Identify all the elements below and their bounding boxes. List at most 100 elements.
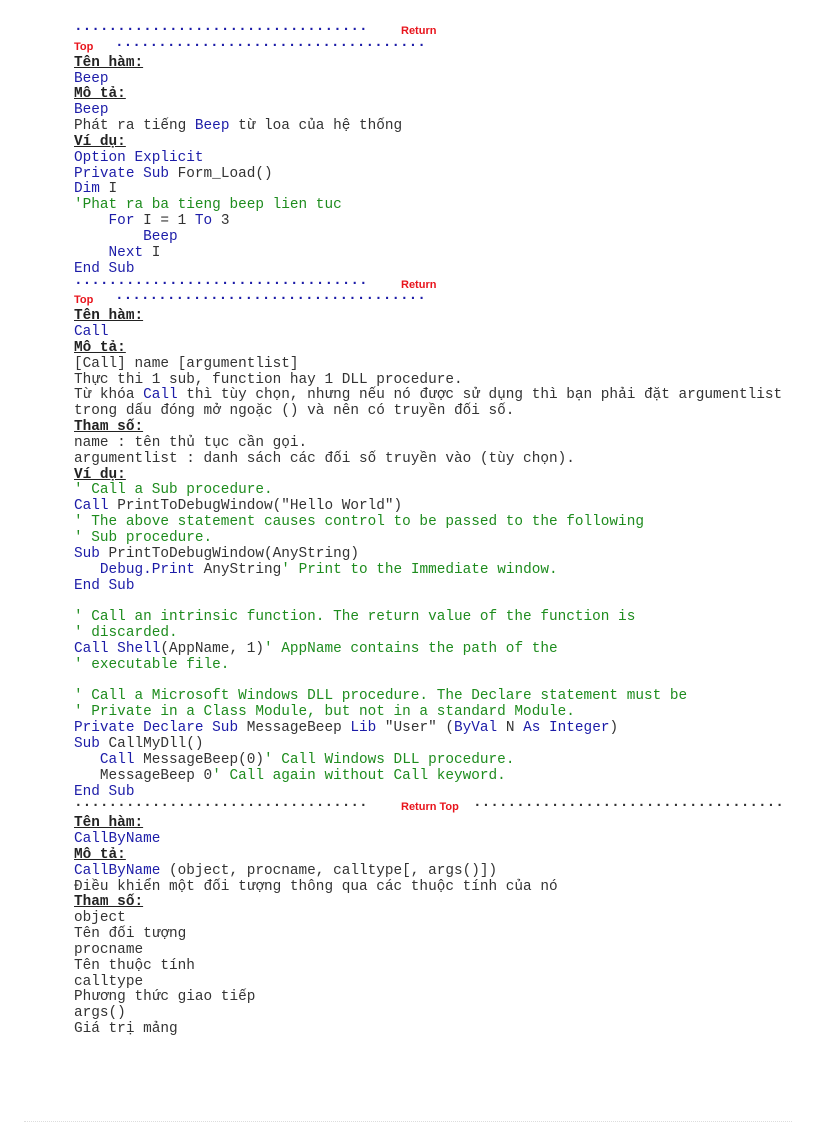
text-line: Sub CallMyDll() bbox=[74, 735, 782, 753]
section-heading: Mô tả: bbox=[74, 339, 126, 356]
text-line: Mô tả: bbox=[74, 86, 782, 103]
code-keyword: End Sub bbox=[74, 577, 135, 594]
code-comment: ' Call a Sub procedure. bbox=[74, 482, 273, 499]
code-keyword: For bbox=[108, 213, 144, 230]
text-line: [Call] name [argumentlist] bbox=[74, 355, 782, 373]
text-line: Beep bbox=[74, 70, 782, 88]
separator-dots: .................................. bbox=[74, 19, 368, 35]
text-segment: 3 bbox=[220, 213, 230, 230]
text-line: Beep bbox=[74, 228, 782, 246]
text-line: CallByName bbox=[74, 831, 782, 848]
code-comment: ' Call again without Call keyword. bbox=[212, 767, 506, 784]
code-keyword: Call bbox=[74, 324, 109, 341]
text-segment: thì tùy chọn, nhưng nếu nó được sử dụng … bbox=[177, 387, 783, 404]
text-segment: N bbox=[505, 720, 524, 737]
code-keyword: Beep bbox=[74, 102, 109, 119]
separator-dots: .................................... bbox=[115, 34, 426, 51]
section-heading: Mô tả: bbox=[74, 846, 126, 863]
text-line: Call PrintToDebugWindow("Hello World") bbox=[74, 498, 782, 515]
text-line: Giá trị mảng bbox=[74, 1021, 782, 1038]
text-line: Next I bbox=[74, 244, 782, 262]
text-line: Mô tả: bbox=[74, 846, 782, 864]
return-top-link[interactable]: Return Top bbox=[401, 800, 459, 816]
text-line: Tham số: bbox=[74, 894, 782, 911]
text-line: Tên thuộc tính bbox=[74, 957, 782, 975]
code-comment: ' The above statement causes control to … bbox=[74, 514, 644, 531]
separator: Top.................................... bbox=[74, 288, 782, 309]
text-segment: Tên đối tượng bbox=[74, 926, 187, 943]
text-line: name : tên thủ tục cần gọi. bbox=[74, 434, 782, 452]
code-keyword: Call bbox=[74, 498, 118, 515]
code-keyword: ByVal bbox=[454, 720, 506, 737]
text-line: Sub PrintToDebugWindow(AnyString) bbox=[74, 545, 782, 563]
code-keyword: Beep bbox=[143, 228, 178, 245]
code-keyword: Debug.Print bbox=[99, 561, 204, 578]
code-keyword: Option Explicit bbox=[74, 149, 204, 166]
text-line: ' executable file. bbox=[74, 657, 782, 674]
code-comment: ' Call Windows DLL procedure. bbox=[264, 751, 515, 768]
code-comment: ' Call an intrinsic function. The return… bbox=[74, 609, 636, 626]
text-segment: AnyString bbox=[203, 561, 282, 578]
text-segment: PrintToDebugWindow("Hello World") bbox=[117, 498, 403, 515]
text-line: Dim I bbox=[74, 182, 782, 198]
text-segment: CallMyDll() bbox=[108, 735, 204, 752]
text-segment: trong dấu đóng mở ngoặc () và nên có tru… bbox=[74, 403, 515, 420]
text-line: Call Shell(AppName, 1)' AppName contains… bbox=[74, 640, 782, 658]
section-heading: Tên hàm: bbox=[74, 308, 144, 325]
text-segment: Tên thuộc tính bbox=[74, 957, 195, 974]
text-segment: procname bbox=[74, 941, 144, 958]
text-segment: (AppName, 1) bbox=[160, 640, 264, 657]
section-heading: Tham số: bbox=[74, 894, 144, 911]
separator-dots: .................................. bbox=[74, 272, 368, 289]
text-line: ' Call a Sub procedure. bbox=[74, 483, 782, 499]
text-line: ' The above statement causes control to … bbox=[74, 514, 782, 531]
text-segment: [Call] name [argumentlist] bbox=[74, 355, 299, 372]
code-keyword: Call bbox=[99, 751, 144, 768]
text-line: Option Explicit bbox=[74, 149, 782, 167]
text-line: Call MessageBeep(0)' Call Windows DLL pr… bbox=[74, 751, 782, 769]
code-keyword: CallByName bbox=[74, 831, 161, 848]
text-line: Từ khóa Call thì tùy chọn, nhưng nếu nó … bbox=[74, 387, 783, 404]
code-keyword: Next bbox=[108, 244, 152, 261]
text-line: Phát ra tiếng Beep từ loa của hệ thống bbox=[74, 118, 782, 135]
page-bottom-rule bbox=[24, 1121, 792, 1122]
code-keyword: Beep bbox=[74, 70, 109, 87]
code-comment: ' Sub procedure. bbox=[74, 530, 213, 546]
text-line: Call bbox=[74, 324, 782, 341]
text-line: MessageBeep 0' Call again without Call k… bbox=[74, 767, 782, 785]
text-line: ' Call a Microsoft Windows DLL procedure… bbox=[74, 689, 782, 705]
text-line: Ví dụ: bbox=[74, 467, 782, 484]
text-segment: ) bbox=[609, 720, 619, 737]
code-keyword: Sub bbox=[74, 545, 109, 562]
text-segment: MessageBeep 0 bbox=[99, 767, 213, 784]
section-heading: Mô tả: bbox=[74, 86, 126, 103]
text-line: ' discarded. bbox=[74, 625, 782, 642]
text-segment: Thực thi 1 sub, function hay 1 DLL proce… bbox=[74, 371, 463, 388]
text-segment: Từ khóa bbox=[74, 387, 144, 404]
code-keyword: To bbox=[194, 213, 221, 230]
code-comment: ' Private in a Class Module, but not in … bbox=[74, 704, 575, 721]
text-segment: object bbox=[74, 910, 126, 927]
text-line: Tên đối tượng bbox=[74, 926, 782, 943]
text-line: Private Declare Sub MessageBeep Lib "Use… bbox=[74, 720, 782, 737]
text-segment: Phát ra tiếng bbox=[74, 118, 195, 135]
separator-dots: .................................... bbox=[473, 795, 784, 812]
text-line: Private Sub Form_Load() bbox=[74, 165, 782, 183]
text-segment: calltype bbox=[74, 973, 144, 990]
top-link[interactable]: Top bbox=[74, 40, 93, 56]
top-link[interactable]: Top bbox=[74, 293, 93, 309]
text-line: 'Phat ra ba tieng beep lien tuc bbox=[74, 197, 782, 214]
code-keyword: Call Shell bbox=[74, 640, 161, 657]
text-segment: Điều khiển một đối tượng thông qua các t… bbox=[74, 878, 558, 895]
text-line: Tham số: bbox=[74, 419, 782, 436]
text-line: Tên hàm: bbox=[74, 308, 782, 325]
text-segment: name : tên thủ tục cần gọi. bbox=[74, 434, 308, 451]
code-keyword: Private Sub bbox=[74, 165, 178, 182]
text-segment: argumentlist : danh sách các đối số truy… bbox=[74, 450, 575, 467]
